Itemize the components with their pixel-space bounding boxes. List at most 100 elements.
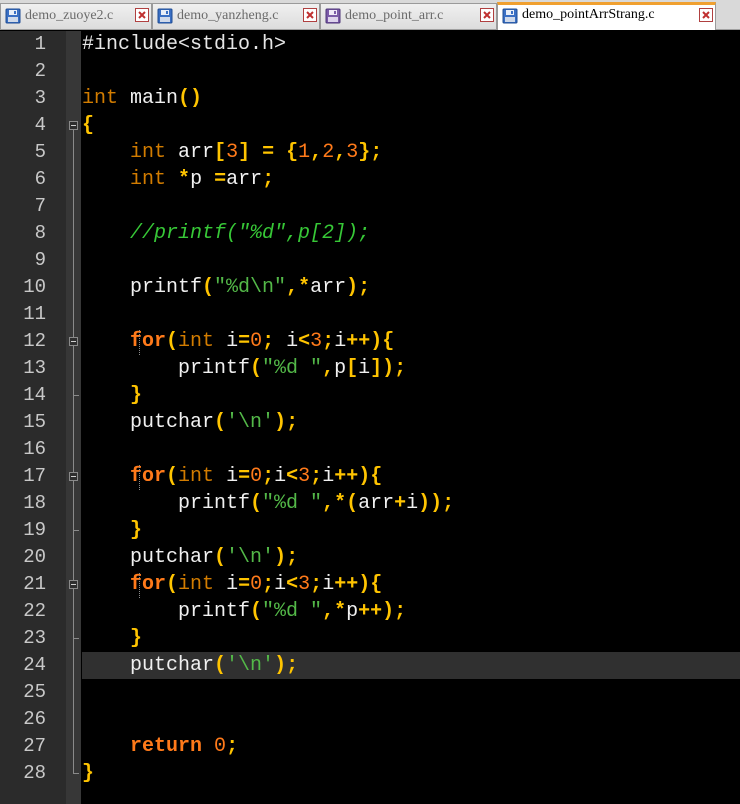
fold-toggle-icon[interactable] [69, 121, 78, 130]
code-token: ++){ [334, 573, 383, 596]
code-token: } [130, 384, 143, 407]
code-line[interactable]: putchar('\n'); [82, 409, 740, 436]
fold-end-marker [73, 395, 79, 396]
fold-toggle-icon[interactable] [69, 472, 78, 481]
line-number: 24 [23, 654, 46, 676]
code-line[interactable]: printf("%d ",*p++); [82, 598, 740, 625]
code-line[interactable]: int main() [82, 85, 740, 112]
code-token: for [130, 465, 167, 488]
code-line[interactable]: } [82, 760, 740, 787]
code-token: ; [262, 330, 275, 353]
code-line[interactable]: return 0; [82, 733, 740, 760]
code-token: printf [82, 276, 203, 299]
code-line[interactable] [82, 436, 740, 463]
code-token: , [322, 492, 335, 515]
code-token: p [334, 357, 347, 380]
close-icon[interactable] [699, 8, 713, 22]
fold-toggle-icon[interactable] [69, 337, 78, 346]
line-number: 2 [34, 60, 46, 82]
code-token: , [334, 141, 347, 164]
code-token: '\n' [226, 654, 275, 677]
line-number: 23 [23, 627, 46, 649]
code-token: ( [214, 411, 227, 434]
code-token: < [298, 330, 311, 353]
code-token: ]); [370, 357, 407, 380]
code-token: printf [82, 492, 251, 515]
code-token: [ [346, 357, 359, 380]
fold-toggle-icon[interactable] [69, 580, 78, 589]
tab-demo-zuoye2-c[interactable]: demo_zuoye2.c [0, 3, 152, 29]
code-line[interactable]: int arr[3] = {1,2,3}; [82, 139, 740, 166]
line-number: 28 [23, 762, 46, 784]
code-line[interactable]: for(int i=0; i<3;i++){ [82, 328, 740, 355]
code-line[interactable]: { [82, 112, 740, 139]
code-token: ( [166, 465, 179, 488]
code-token: } [82, 762, 95, 785]
code-line[interactable]: printf("%d ",*(arr+i)); [82, 490, 740, 517]
line-number: 9 [34, 249, 46, 271]
code-line[interactable]: putchar('\n'); [82, 544, 740, 571]
code-token: () [178, 87, 203, 110]
code-line[interactable]: printf("%d\n",*arr); [82, 274, 740, 301]
tab-demo-point-arr-c[interactable]: demo_point_arr.c [320, 3, 497, 29]
tab-demo-pointarrstrang-c[interactable]: demo_pointArrStrang.c [497, 2, 716, 30]
code-token: "%d " [262, 492, 323, 515]
close-icon[interactable] [480, 8, 494, 22]
code-line[interactable] [82, 193, 740, 220]
code-token: return [130, 735, 203, 758]
code-token: = [262, 141, 275, 164]
code-token: ; [226, 735, 239, 758]
code-line[interactable] [82, 301, 740, 328]
code-line[interactable]: putchar('\n'); [82, 652, 740, 679]
code-token: * [334, 600, 347, 623]
code-token: 0 [214, 735, 227, 758]
code-line[interactable]: } [82, 382, 740, 409]
code-token: "%d " [262, 357, 323, 380]
code-line[interactable]: printf("%d ",p[i]); [82, 355, 740, 382]
line-number: 6 [34, 168, 46, 190]
code-token: + [394, 492, 407, 515]
code-line[interactable] [82, 679, 740, 706]
code-token: i [406, 492, 419, 515]
code-token: 0 [250, 573, 263, 596]
code-token: ( [214, 546, 227, 569]
code-token: #include<stdio.h> [82, 33, 287, 56]
code-line[interactable]: for(int i=0;i<3;i++){ [82, 463, 740, 490]
tab-bar: demo_zuoye2.c demo_yanzheng.c demo_point_a… [0, 0, 740, 30]
code-token: = [238, 573, 251, 596]
code-token: ; [310, 573, 323, 596]
tab-demo-yanzheng-c[interactable]: demo_yanzheng.c [152, 3, 320, 29]
code-line[interactable]: //printf("%d",p[2]); [82, 220, 740, 247]
code-token: ++){ [334, 465, 383, 488]
close-icon[interactable] [135, 8, 149, 22]
code-token: //printf("%d",p[2]); [130, 222, 371, 245]
line-number: 22 [23, 600, 46, 622]
code-token: ( [214, 654, 227, 677]
code-token: arr [166, 141, 215, 164]
close-icon[interactable] [303, 8, 317, 22]
code-token: ++){ [346, 330, 395, 353]
code-token: "%d\n" [214, 276, 287, 299]
code-token: ); [274, 546, 299, 569]
code-token: = [214, 168, 227, 191]
code-token: 3 [310, 330, 323, 353]
code-line[interactable] [82, 706, 740, 733]
code-editor[interactable]: #include<stdio.h> int main(){ int arr[3] … [82, 31, 740, 804]
code-token: 3 [346, 141, 359, 164]
code-line[interactable]: for(int i=0;i<3;i++){ [82, 571, 740, 598]
code-line[interactable]: int *p =arr; [82, 166, 740, 193]
code-line[interactable]: } [82, 517, 740, 544]
code-token: < [286, 573, 299, 596]
code-token: ( [166, 330, 179, 353]
code-line[interactable] [82, 58, 740, 85]
code-line[interactable]: } [82, 625, 740, 652]
tab-label: demo_yanzheng.c [177, 8, 279, 23]
code-line[interactable] [82, 247, 740, 274]
code-token: *( [334, 492, 359, 515]
line-number: 14 [23, 384, 46, 406]
code-line[interactable]: #include<stdio.h> [82, 31, 740, 58]
code-token: ( [250, 600, 263, 623]
